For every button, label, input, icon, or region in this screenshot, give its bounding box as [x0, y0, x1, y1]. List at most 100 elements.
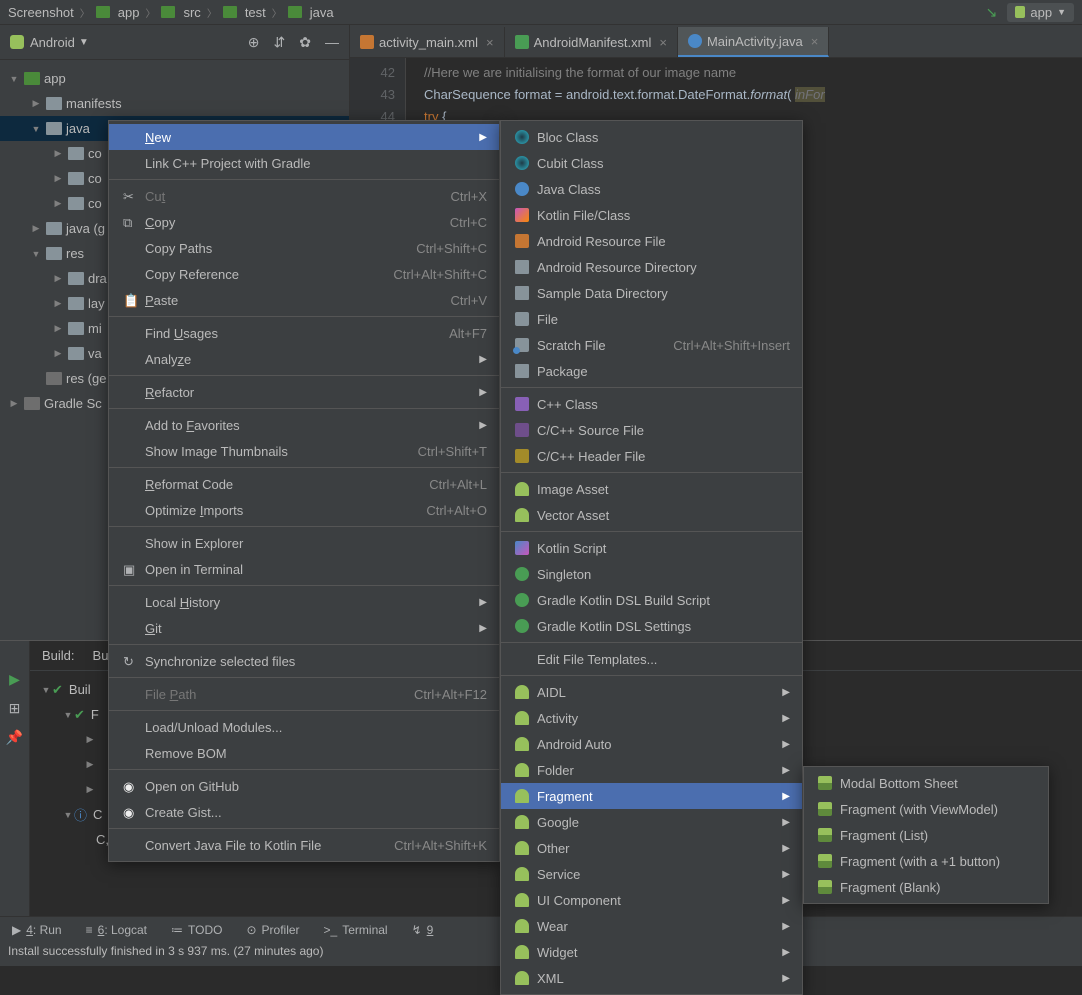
menu-item[interactable]: Refactor▶	[109, 379, 499, 405]
menu-item[interactable]: ◉Open on GitHub	[109, 773, 499, 799]
menu-item[interactable]: Show in Explorer	[109, 530, 499, 556]
menu-item[interactable]: XML▶	[501, 965, 802, 991]
close-icon[interactable]: ×	[486, 35, 494, 50]
menu-item[interactable]: File	[501, 306, 802, 332]
close-icon[interactable]: ×	[659, 35, 667, 50]
breadcrumb-seg[interactable]: app	[118, 5, 140, 20]
hide-icon[interactable]: —	[325, 34, 339, 51]
tool-window-button[interactable]: ≡6: Logcat	[86, 923, 147, 937]
breadcrumb-seg[interactable]: test	[245, 5, 266, 20]
menu-item[interactable]: Package	[501, 358, 802, 384]
menu-item[interactable]: Analyze▶	[109, 346, 499, 372]
tree-node[interactable]: ▶manifests	[0, 91, 349, 116]
menu-item[interactable]: Wear▶	[501, 913, 802, 939]
tool-window-button[interactable]: ≔TODO	[171, 923, 222, 937]
breadcrumb-seg[interactable]: java	[310, 5, 334, 20]
menu-item[interactable]: Remove BOM	[109, 740, 499, 766]
cir-gr-icon	[513, 618, 531, 634]
menu-item[interactable]: Load/Unload Modules...	[109, 714, 499, 740]
menu-item[interactable]: Java Class	[501, 176, 802, 202]
menu-item[interactable]: Kotlin File/Class	[501, 202, 802, 228]
menu-item[interactable]: C/C++ Header File	[501, 443, 802, 469]
menu-item[interactable]: Copy ReferenceCtrl+Alt+Shift+C	[109, 261, 499, 287]
menu-item[interactable]: Reformat CodeCtrl+Alt+L	[109, 471, 499, 497]
menu-item[interactable]: Android Resource Directory	[501, 254, 802, 280]
sq-co-icon	[513, 422, 531, 438]
context-menu[interactable]: New▶Link C++ Project with Gradle ✂CutCtrl…	[108, 120, 500, 862]
menu-item[interactable]: Fragment (with a +1 button)	[804, 848, 1048, 874]
menu-item[interactable]: Service▶	[501, 861, 802, 887]
menu-item[interactable]: Folder▶	[501, 757, 802, 783]
menu-item[interactable]: C/C++ Source File	[501, 417, 802, 443]
menu-item[interactable]: ✂CutCtrl+X	[109, 183, 499, 209]
menu-item[interactable]: Widget▶	[501, 939, 802, 965]
tool-window-button[interactable]: ⊙Profiler	[246, 923, 299, 937]
menu-item[interactable]: Local History▶	[109, 589, 499, 615]
menu-item[interactable]: Bloc Class	[501, 124, 802, 150]
menu-item[interactable]: Convert Java File to Kotlin FileCtrl+Alt…	[109, 832, 499, 858]
chevron-down-icon[interactable]: ▼	[79, 37, 89, 48]
filter-icon[interactable]: ⊞	[9, 700, 21, 717]
cir-gr-icon	[513, 566, 531, 582]
menu-item[interactable]: C++ Class	[501, 391, 802, 417]
menu-item[interactable]: Copy PathsCtrl+Shift+C	[109, 235, 499, 261]
menu-item[interactable]: Other▶	[501, 835, 802, 861]
menu-item[interactable]: Google▶	[501, 809, 802, 835]
run-icon[interactable]: ▶	[9, 671, 20, 688]
menu-item[interactable]: ↻Synchronize selected files	[109, 648, 499, 674]
menu-item[interactable]: Android Resource File	[501, 228, 802, 254]
editor-tab[interactable]: activity_main.xml×	[350, 27, 505, 57]
menu-item[interactable]: Git▶	[109, 615, 499, 641]
menu-item[interactable]: Show Image ThumbnailsCtrl+Shift+T	[109, 438, 499, 464]
menu-item[interactable]: Fragment (Blank)	[804, 874, 1048, 900]
tool-window-button[interactable]: >_Terminal	[324, 923, 388, 937]
menu-item[interactable]: ◉Create Gist...	[109, 799, 499, 825]
menu-item[interactable]: Add to Favorites▶	[109, 412, 499, 438]
target-icon[interactable]: ⊕	[248, 34, 260, 51]
menu-item[interactable]: Vector Asset	[501, 502, 802, 528]
gear-icon[interactable]: ✿	[299, 34, 311, 51]
editor-tab[interactable]: AndroidManifest.xml×	[505, 27, 678, 57]
menu-item[interactable]: Image Asset	[501, 476, 802, 502]
tool-window-button[interactable]: ▶4: Run	[12, 923, 62, 937]
menu-item[interactable]: Link C++ Project with Gradle	[109, 150, 499, 176]
menu-item[interactable]: Gradle Kotlin DSL Build Script	[501, 587, 802, 613]
new-submenu[interactable]: Bloc ClassCubit ClassJava ClassKotlin Fi…	[500, 120, 803, 995]
menu-item[interactable]: Optimize ImportsCtrl+Alt+O	[109, 497, 499, 523]
menu-item[interactable]: UI Component▶	[501, 887, 802, 913]
close-icon[interactable]: ×	[811, 34, 819, 49]
menu-item[interactable]: 📋PasteCtrl+V	[109, 287, 499, 313]
menu-item[interactable]: New▶	[109, 124, 499, 150]
tree-node[interactable]: ▼app	[0, 66, 349, 91]
menu-item[interactable]: ▣Open in Terminal	[109, 556, 499, 582]
menu-item[interactable]: Gradle Kotlin DSL Settings	[501, 613, 802, 639]
run-config-selector[interactable]: app ▼	[1007, 3, 1074, 22]
droid-icon	[513, 892, 531, 908]
menu-item[interactable]: Fragment▶	[501, 783, 802, 809]
menu-item[interactable]: Modal Bottom Sheet	[804, 770, 1048, 796]
menu-item[interactable]: Kotlin Script	[501, 535, 802, 561]
menu-item[interactable]: Activity▶	[501, 705, 802, 731]
breadcrumb-seg[interactable]: src	[183, 5, 200, 20]
menu-item[interactable]: Singleton	[501, 561, 802, 587]
fragment-submenu[interactable]: Modal Bottom SheetFragment (with ViewMod…	[803, 766, 1049, 904]
menu-item[interactable]: Fragment (List)	[804, 822, 1048, 848]
menu-item[interactable]: Fragment (with ViewModel)	[804, 796, 1048, 822]
pin-icon[interactable]: 📌	[6, 729, 23, 746]
menu-item[interactable]: File PathCtrl+Alt+F12	[109, 681, 499, 707]
collapse-icon[interactable]: ⇵	[274, 34, 286, 51]
menu-item[interactable]: Edit File Templates...	[501, 646, 802, 672]
frag-icon	[816, 879, 834, 895]
editor-tab[interactable]: MainActivity.java×	[678, 27, 829, 57]
breadcrumb-seg[interactable]: Screenshot	[8, 5, 74, 20]
menu-item[interactable]: Android Auto▶	[501, 731, 802, 757]
menu-item[interactable]: Cubit Class	[501, 150, 802, 176]
menu-item[interactable]: Find UsagesAlt+F7	[109, 320, 499, 346]
menu-item[interactable]: Scratch FileCtrl+Alt+Shift+Insert	[501, 332, 802, 358]
menu-item[interactable]: ⧉CopyCtrl+C	[109, 209, 499, 235]
hammer-icon[interactable]: ↘	[986, 4, 998, 21]
menu-item[interactable]: Sample Data Directory	[501, 280, 802, 306]
project-view-label[interactable]: Android	[30, 35, 75, 50]
menu-item[interactable]: AIDL▶	[501, 679, 802, 705]
tool-window-button[interactable]: ↯9	[412, 923, 434, 937]
